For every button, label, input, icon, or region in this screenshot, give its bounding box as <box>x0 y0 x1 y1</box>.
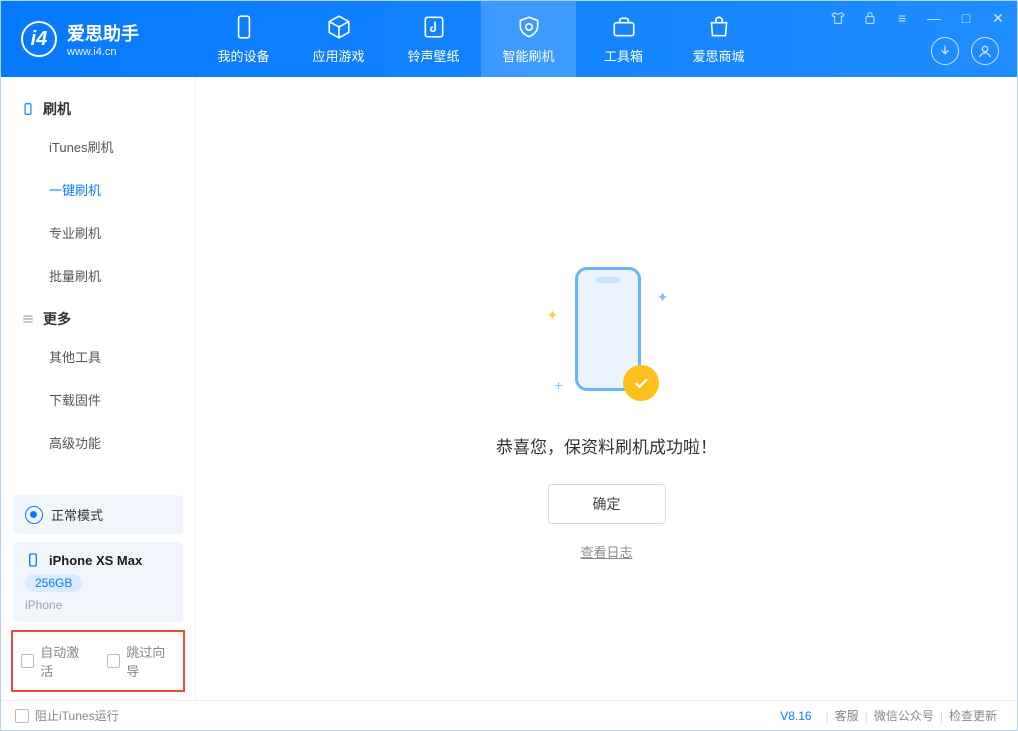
header-actions <box>931 37 999 65</box>
sidebar: 刷机 iTunes刷机 一键刷机 专业刷机 批量刷机 更多 其他工具 下载固件 … <box>1 77 196 700</box>
nav-label: 我的设备 <box>217 46 269 65</box>
phone-small-icon <box>21 102 35 116</box>
shirt-icon[interactable] <box>829 9 847 27</box>
wechat-link[interactable]: 微信公众号 <box>868 707 940 724</box>
nav-tab-ringtone[interactable]: 铃声壁纸 <box>386 1 481 77</box>
music-icon <box>421 14 447 40</box>
support-link[interactable]: 客服 <box>829 707 865 724</box>
phone-icon <box>231 14 257 40</box>
download-icon[interactable] <box>931 37 959 65</box>
check-update-link[interactable]: 检查更新 <box>943 707 1003 724</box>
mode-indicator-icon <box>25 506 43 524</box>
logo-icon: i4 <box>21 21 57 57</box>
mode-label: 正常模式 <box>51 505 103 524</box>
group-label: 更多 <box>43 309 71 329</box>
sidebar-item-firmware[interactable]: 下载固件 <box>1 378 195 421</box>
success-illustration: ✦ ✦ + <box>527 267 687 407</box>
nav-tab-flash[interactable]: 智能刷机 <box>481 1 576 77</box>
maximize-button[interactable]: □ <box>957 9 975 27</box>
checkbox-skip-guide[interactable]: 跳过向导 <box>107 642 175 680</box>
checkbox-block-itunes[interactable]: 阻止iTunes运行 <box>15 707 119 724</box>
nav-tab-store[interactable]: 爱思商城 <box>671 1 766 77</box>
list-icon <box>21 312 35 326</box>
app-header: i4 爱思助手 www.i4.cn 我的设备 应用游戏 铃声壁纸 智能刷机 工具… <box>1 1 1017 77</box>
device-type: iPhone <box>25 598 171 612</box>
mode-box[interactable]: 正常模式 <box>13 495 183 534</box>
view-log-link[interactable]: 查看日志 <box>580 542 632 561</box>
minimize-button[interactable]: — <box>925 9 943 27</box>
nav-label: 铃声壁纸 <box>407 46 459 65</box>
opt-label: 阻止iTunes运行 <box>35 707 119 724</box>
logo: i4 爱思助手 www.i4.cn <box>1 20 196 58</box>
device-name: iPhone XS Max <box>49 553 142 568</box>
success-message: 恭喜您，保资料刷机成功啦！ <box>496 433 717 458</box>
app-subtitle: www.i4.cn <box>67 46 139 58</box>
cube-icon <box>326 14 352 40</box>
user-icon[interactable] <box>971 37 999 65</box>
nav-tab-device[interactable]: 我的设备 <box>196 1 291 77</box>
checkmark-badge-icon <box>623 365 659 401</box>
sidebar-group-flash: 刷机 <box>1 87 195 125</box>
nav-label: 智能刷机 <box>502 46 554 65</box>
close-button[interactable]: ✕ <box>989 9 1007 27</box>
sidebar-item-itunes[interactable]: iTunes刷机 <box>1 125 195 168</box>
nav-label: 爱思商城 <box>692 46 744 65</box>
app-title: 爱思助手 <box>67 20 139 46</box>
sparkle-icon: + <box>555 377 563 393</box>
nav-label: 工具箱 <box>604 46 643 65</box>
main-content: ✦ ✦ + 恭喜您，保资料刷机成功啦！ 确定 查看日志 <box>196 77 1017 700</box>
group-label: 刷机 <box>43 99 71 119</box>
flash-options-row: 自动激活 跳过向导 <box>11 630 185 692</box>
main-nav: 我的设备 应用游戏 铃声壁纸 智能刷机 工具箱 爱思商城 <box>196 1 766 77</box>
device-phone-icon <box>25 552 41 568</box>
sparkle-icon: ✦ <box>657 289 669 306</box>
statusbar: 阻止iTunes运行 V8.16 | 客服 | 微信公众号 | 检查更新 <box>1 700 1017 730</box>
nav-tab-toolbox[interactable]: 工具箱 <box>576 1 671 77</box>
ok-button[interactable]: 确定 <box>548 484 666 524</box>
device-box[interactable]: iPhone XS Max 256GB iPhone <box>13 542 183 622</box>
titlebar-controls: ≡ — □ ✕ <box>829 9 1007 27</box>
opt-label: 跳过向导 <box>126 642 175 680</box>
sidebar-group-more: 更多 <box>1 297 195 335</box>
sidebar-item-batch[interactable]: 批量刷机 <box>1 254 195 297</box>
refresh-shield-icon <box>516 14 542 40</box>
toolbox-icon <box>611 14 637 40</box>
version-label: V8.16 <box>780 709 811 723</box>
bag-icon <box>706 14 732 40</box>
nav-tab-apps[interactable]: 应用游戏 <box>291 1 386 77</box>
sidebar-item-other[interactable]: 其他工具 <box>1 335 195 378</box>
opt-label: 自动激活 <box>40 642 89 680</box>
sidebar-item-advanced[interactable]: 高级功能 <box>1 421 195 464</box>
nav-label: 应用游戏 <box>312 46 364 65</box>
sidebar-item-oneclick[interactable]: 一键刷机 <box>1 168 195 211</box>
device-capacity: 256GB <box>25 574 82 592</box>
menu-icon[interactable]: ≡ <box>893 9 911 27</box>
checkbox-auto-activate[interactable]: 自动激活 <box>21 642 89 680</box>
lock-icon[interactable] <box>861 9 879 27</box>
sidebar-item-pro[interactable]: 专业刷机 <box>1 211 195 254</box>
sparkle-icon: ✦ <box>547 307 559 324</box>
